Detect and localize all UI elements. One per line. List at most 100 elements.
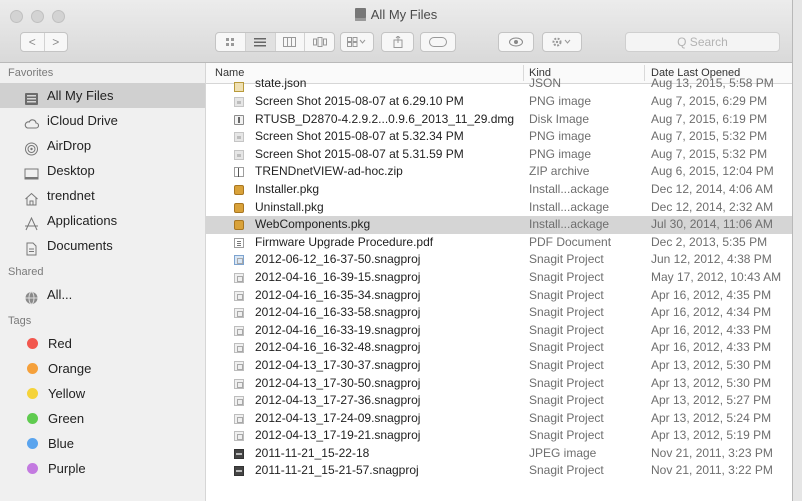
file-row[interactable]: Uninstall.pkg Install...ackage Dec 12, 201… bbox=[206, 199, 792, 217]
snagit-file-icon bbox=[234, 308, 244, 319]
file-kind: Disk Image bbox=[529, 111, 590, 126]
icon-view-button[interactable] bbox=[216, 33, 246, 51]
sidebar-section-shared: Shared bbox=[8, 266, 44, 278]
file-row[interactable]: state.json JSON Aug 13, 2015, 5:58 PM bbox=[206, 76, 792, 93]
file-name: WebComponents.pkg bbox=[255, 217, 371, 232]
file-row[interactable]: 2012-04-13_17-30-37.snagproj Snagit Proje… bbox=[206, 357, 792, 375]
sidebar-item-shared-all[interactable]: All... bbox=[0, 282, 205, 307]
file-date: Apr 13, 2012, 5:30 PM bbox=[651, 357, 772, 372]
file-row[interactable]: Firmware Upgrade Procedure.pdf PDF Docume… bbox=[206, 234, 792, 252]
file-row[interactable]: 2011-11-21_15-21-57.snagproj Snagit Proje… bbox=[206, 462, 792, 480]
file-row[interactable]: 2012-04-13_17-19-21.snagproj Snagit Proje… bbox=[206, 427, 792, 445]
file-name: Installer.pkg bbox=[255, 181, 320, 196]
action-menu-button[interactable] bbox=[542, 32, 582, 52]
file-row[interactable]: Screen Shot 2015-08-07 at 5.32.34 PM PNG … bbox=[206, 128, 792, 146]
file-row[interactable]: WebComponents.pkg Install...ackage Jul 30,… bbox=[206, 216, 792, 234]
sidebar-section-favorites: Favorites bbox=[8, 67, 54, 79]
sidebar-item-trendnet[interactable]: trendnet bbox=[0, 183, 205, 208]
file-kind: Snagit Project bbox=[529, 305, 604, 320]
quick-look-button[interactable] bbox=[498, 32, 534, 52]
sidebar-item-documents[interactable]: Documents bbox=[0, 233, 205, 258]
sidebar-tag-yellow[interactable]: Yellow bbox=[0, 381, 205, 406]
arrange-button[interactable] bbox=[340, 32, 374, 52]
file-row[interactable]: 2012-04-13_17-30-50.snagproj Snagit Proje… bbox=[206, 375, 792, 393]
file-row[interactable]: Installer.pkg Install...ackage Dec 12, 201… bbox=[206, 181, 792, 199]
file-date: Apr 13, 2012, 5:27 PM bbox=[651, 393, 772, 408]
sidebar-tag-blue[interactable]: Blue bbox=[0, 431, 205, 456]
search-field[interactable]: Q Search bbox=[625, 32, 780, 52]
file-name: Screen Shot 2015-08-07 at 5.32.34 PM bbox=[255, 129, 464, 144]
file-kind: Snagit Project bbox=[529, 269, 604, 284]
column-divider[interactable] bbox=[523, 65, 524, 81]
cover-flow-icon bbox=[312, 37, 327, 47]
file-row[interactable]: Screen Shot 2015-08-07 at 6.29.10 PM PNG … bbox=[206, 93, 792, 111]
eye-icon bbox=[509, 37, 523, 47]
file-list: Name Kind Date Last Opened state.json JSO… bbox=[206, 63, 792, 501]
back-button[interactable]: < bbox=[21, 33, 45, 51]
sidebar-tag-green[interactable]: Green bbox=[0, 406, 205, 431]
sidebar-item-icloud-drive[interactable]: iCloud Drive bbox=[0, 108, 205, 133]
file-name: 2012-04-13_17-27-36.snagproj bbox=[255, 393, 421, 408]
search-placeholder: Q Search bbox=[677, 35, 728, 49]
sidebar-tag-red[interactable]: Red bbox=[0, 331, 205, 356]
sidebar-tag-orange[interactable]: Orange bbox=[0, 356, 205, 381]
file-name: Firmware Upgrade Procedure.pdf bbox=[255, 234, 434, 249]
sidebar-item-all-my-files[interactable]: All My Files bbox=[0, 83, 205, 108]
documents-icon bbox=[24, 239, 39, 255]
share-icon bbox=[393, 36, 402, 48]
file-row[interactable]: TRENDnetVIEW-ad-hoc.zip ZIP archive Aug 6,… bbox=[206, 163, 792, 181]
sidebar-item-label: Desktop bbox=[47, 163, 95, 178]
file-name: TRENDnetVIEW-ad-hoc.zip bbox=[255, 164, 403, 179]
file-kind: Snagit Project bbox=[529, 428, 604, 443]
sidebar-item-airdrop[interactable]: AirDrop bbox=[0, 133, 205, 158]
nav-buttons: < > bbox=[20, 32, 68, 52]
file-row[interactable]: 2012-06-12_16-37-50.snagproj Snagit Proje… bbox=[206, 251, 792, 269]
file-row[interactable]: 2012-04-16_16-32-48.snagproj Snagit Proje… bbox=[206, 339, 792, 357]
file-row[interactable]: 2012-04-16_16-33-58.snagproj Snagit Proje… bbox=[206, 304, 792, 322]
file-kind: ZIP archive bbox=[529, 164, 590, 179]
file-date: Aug 13, 2015, 5:58 PM bbox=[651, 76, 774, 90]
file-row[interactable]: RTUSB_D2870-4.2.9.2...0.9.6_2013_11_29.d… bbox=[206, 111, 792, 129]
file-name: 2012-04-13_17-30-50.snagproj bbox=[255, 375, 421, 390]
file-kind: PNG image bbox=[529, 94, 592, 108]
column-header-name[interactable]: Name bbox=[215, 67, 244, 79]
file-row[interactable]: 2012-04-16_16-39-15.snagproj Snagit Proje… bbox=[206, 269, 792, 287]
forward-button[interactable]: > bbox=[45, 33, 68, 51]
cloud-icon bbox=[24, 114, 40, 129]
sidebar-item-applications[interactable]: Applications bbox=[0, 208, 205, 233]
file-date: Apr 16, 2012, 4:35 PM bbox=[651, 287, 772, 302]
file-kind: JPEG image bbox=[529, 445, 597, 460]
desktop-background bbox=[792, 0, 802, 501]
cover-flow-button[interactable] bbox=[305, 33, 334, 51]
column-view-button[interactable] bbox=[276, 33, 306, 51]
snagit-file-icon bbox=[234, 360, 244, 371]
file-row[interactable]: 2012-04-13_17-27-36.snagproj Snagit Proje… bbox=[206, 392, 792, 410]
sidebar-section-tags: Tags bbox=[8, 315, 32, 327]
file-row[interactable]: 2012-04-16_16-35-34.snagproj Snagit Proje… bbox=[206, 287, 792, 305]
sidebar-tag-purple[interactable]: Purple bbox=[0, 456, 205, 481]
snagit-file-icon bbox=[234, 396, 244, 407]
titlebar: All My Files < > Q Search bbox=[0, 0, 792, 63]
snagit-file-icon bbox=[234, 255, 244, 266]
file-row[interactable]: Screen Shot 2015-08-07 at 5.31.59 PM PNG … bbox=[206, 146, 792, 164]
file-row[interactable]: 2012-04-13_17-24-09.snagproj Snagit Proje… bbox=[206, 410, 792, 428]
file-row[interactable]: 2012-04-16_16-33-19.snagproj Snagit Proje… bbox=[206, 322, 792, 340]
file-date: Jul 30, 2014, 11:06 AM bbox=[651, 217, 773, 232]
list-view-button[interactable] bbox=[245, 33, 276, 51]
share-button[interactable] bbox=[381, 32, 414, 52]
file-date: Aug 7, 2015, 5:32 PM bbox=[651, 129, 768, 144]
tag-button[interactable] bbox=[420, 32, 456, 52]
icon-view-icon bbox=[225, 37, 234, 46]
sidebar-item-label: iCloud Drive bbox=[47, 113, 118, 128]
file-kind: Snagit Project bbox=[529, 357, 604, 372]
tag-color-dot bbox=[27, 438, 38, 449]
sidebar-item-desktop[interactable]: Desktop bbox=[0, 158, 205, 183]
file-kind: Install...ackage bbox=[529, 199, 610, 214]
tag-color-dot bbox=[27, 363, 38, 374]
sidebar-item-label: Green bbox=[48, 411, 85, 426]
file-date: Aug 6, 2015, 12:04 PM bbox=[651, 164, 774, 179]
sidebar-item-label: Purple bbox=[48, 461, 86, 476]
column-divider[interactable] bbox=[644, 65, 645, 81]
file-row[interactable]: 2011-11-21_15-22-18 JPEG image Nov 21, 201… bbox=[206, 445, 792, 463]
network-icon bbox=[24, 288, 39, 304]
